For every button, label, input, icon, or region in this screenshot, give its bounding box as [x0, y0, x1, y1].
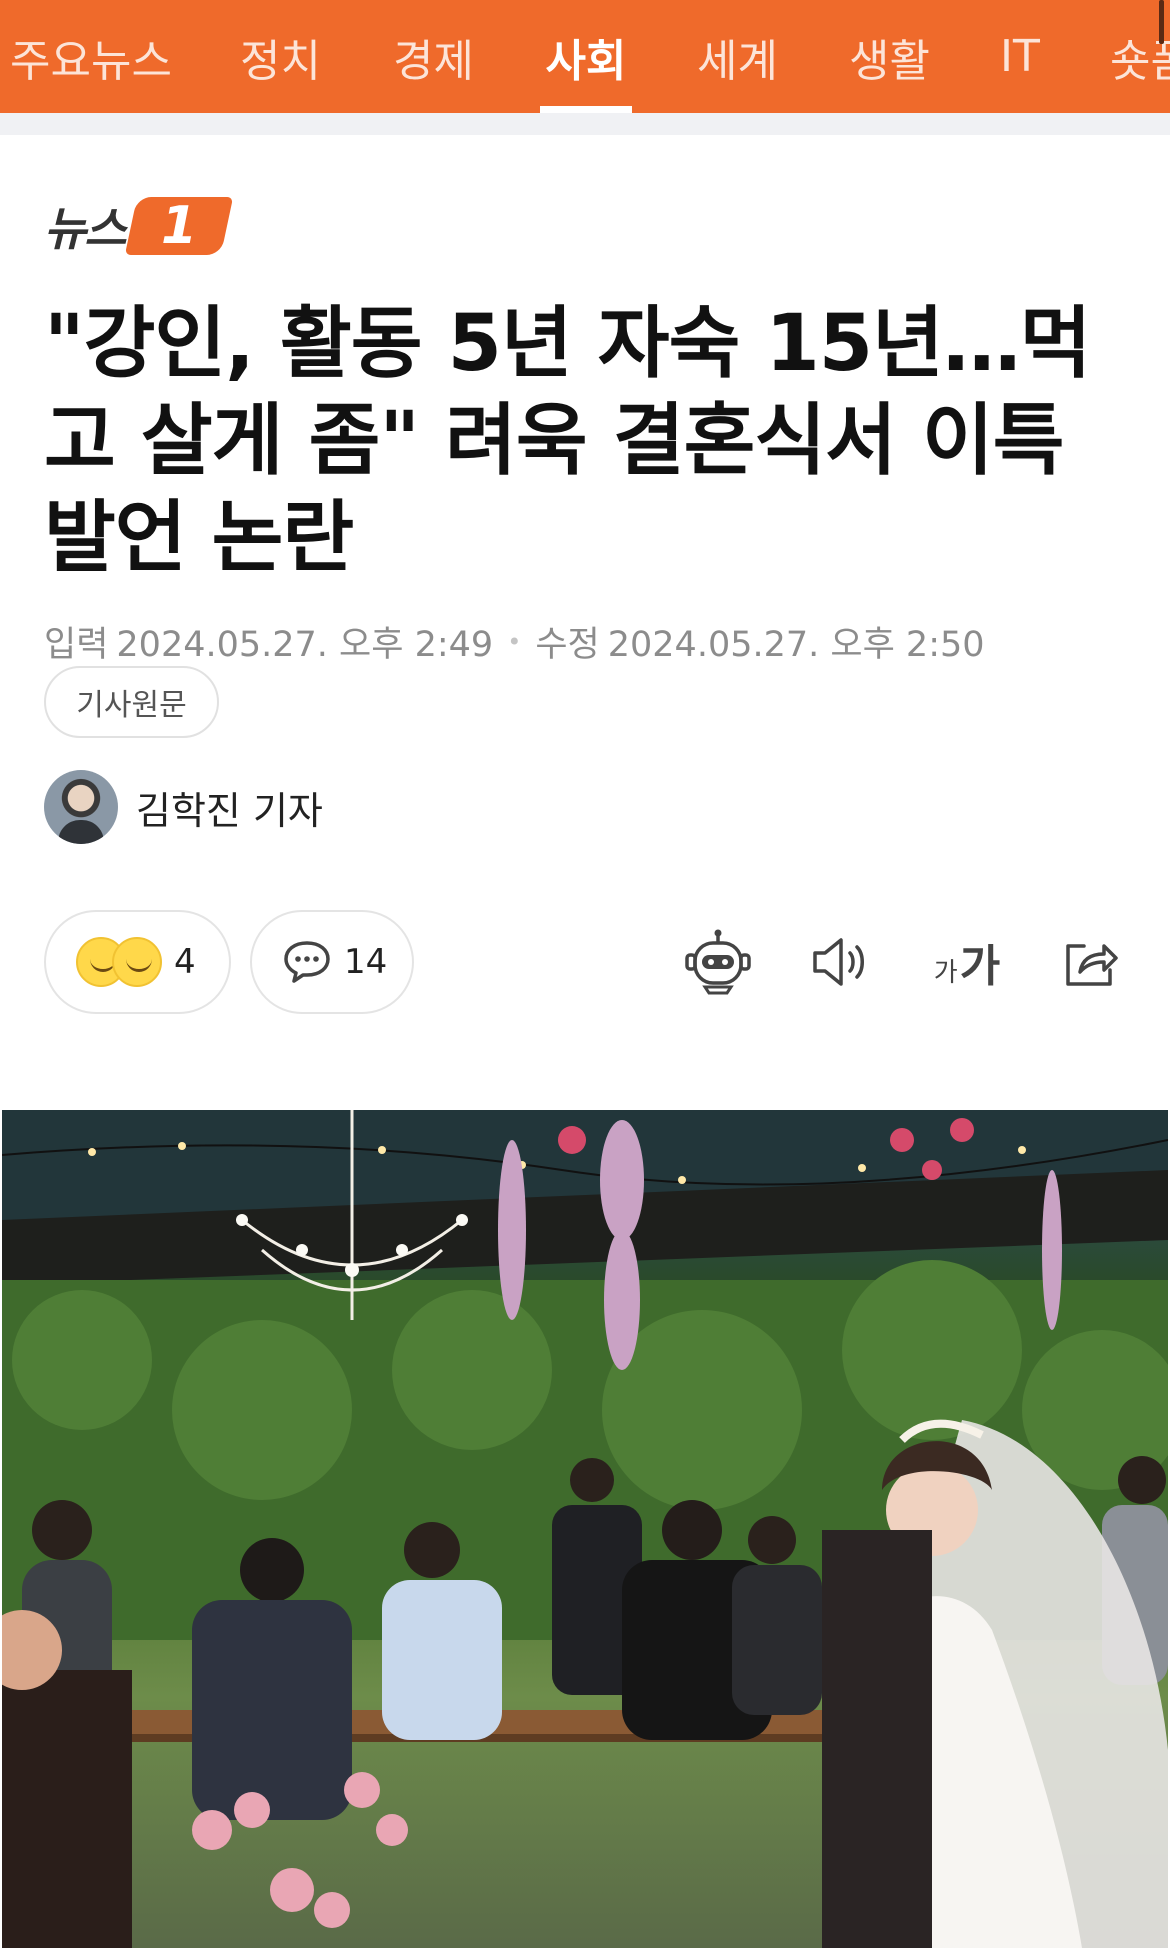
font-size-icon: 가가 [934, 930, 1000, 994]
robot-summary-icon [683, 929, 753, 995]
press-logo-text: 뉴스 [44, 202, 127, 256]
press-logo[interactable]: 뉴스 1 [44, 195, 233, 257]
posted-label: 입력 [44, 625, 109, 665]
date-separator: • [507, 627, 522, 656]
font-size-large-label: 가 [959, 941, 1001, 992]
nav-tab-politics[interactable]: 정치 [240, 0, 321, 113]
comment-count: 14 [344, 942, 388, 982]
ai-summary-button[interactable] [678, 922, 758, 1002]
comment-button[interactable]: 14 [250, 910, 414, 1014]
reaction-button[interactable]: 4 [44, 910, 231, 1014]
press-logo-badge-text: 1 [160, 196, 197, 256]
font-size-small-label: 가 [933, 958, 958, 988]
category-nav: 주요뉴스 정치 경제 사회 세계 생활 IT 숏폼 [0, 0, 1170, 113]
nav-scrollbar[interactable] [1159, 0, 1164, 44]
modified-datetime: 2024.05.27. 오후 2:50 [607, 625, 985, 665]
text-to-speech-button[interactable] [800, 922, 880, 1002]
posted-datetime: 2024.05.27. 오후 2:49 [116, 625, 494, 665]
font-size-button[interactable]: 가가 [922, 922, 1012, 1002]
reaction-faces-icon [76, 937, 162, 987]
speaker-icon [809, 934, 871, 990]
nav-tab-life[interactable]: 생활 [849, 0, 930, 113]
comment-icon [282, 939, 332, 985]
wedding-photo-illustration [2, 1110, 1168, 1948]
nav-tab-society[interactable]: 사회 [540, 0, 632, 113]
author-avatar[interactable] [44, 770, 118, 844]
article-photo[interactable] [2, 1110, 1168, 1948]
nav-tab-economy[interactable]: 경제 [393, 0, 474, 113]
author[interactable]: 김학진 기자 [44, 770, 323, 844]
article-title: "강인, 활동 5년 자숙 15년…먹고 살게 좀" 려욱 결혼식서 이특 발언… [44, 299, 1092, 583]
article-dates: 입력 2024.05.27. 오후 2:49 • 수정 2024.05.27. … [44, 616, 985, 667]
nav-tab-main[interactable]: 주요뉴스 [10, 0, 172, 113]
active-tab-indicator [540, 106, 632, 113]
modified-label: 수정 [535, 625, 600, 665]
nav-divider [0, 113, 1170, 135]
nav-tab-it[interactable]: IT [1000, 0, 1040, 113]
original-article-button[interactable]: 기사원문 [44, 666, 219, 738]
love-face-icon [112, 937, 162, 987]
reaction-count: 4 [174, 942, 196, 982]
press-logo-badge: 1 [124, 196, 233, 256]
nav-tab-society-label: 사회 [545, 35, 627, 87]
author-name[interactable]: 김학진 기자 [136, 780, 323, 835]
nav-tab-world[interactable]: 세계 [697, 0, 778, 113]
share-button[interactable] [1050, 922, 1130, 1002]
share-icon [1060, 934, 1120, 990]
